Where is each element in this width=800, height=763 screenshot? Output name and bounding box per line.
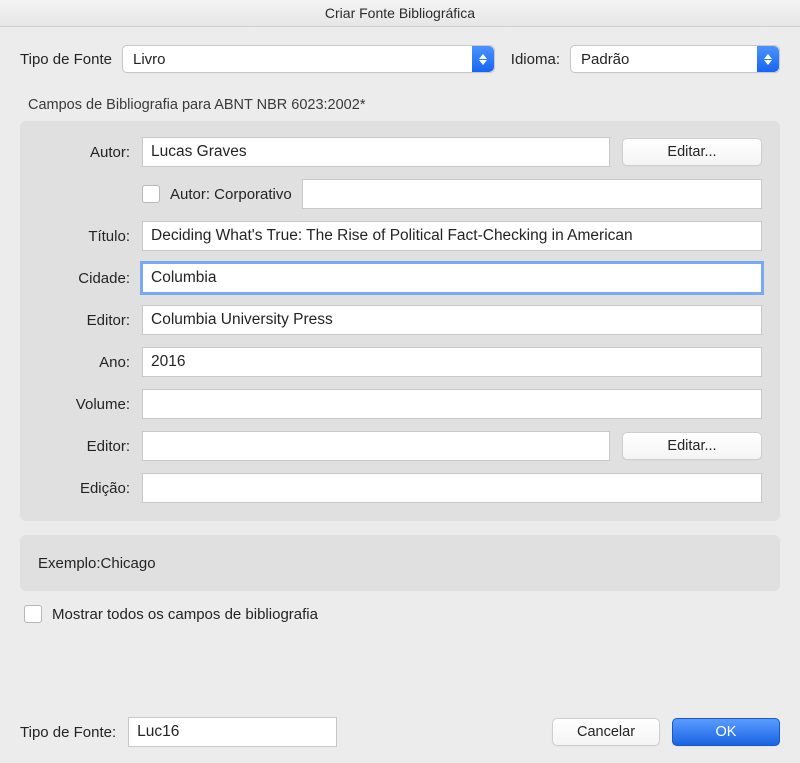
updown-icon [757, 46, 779, 72]
section-heading: Campos de Bibliografia para ABNT NBR 602… [28, 97, 780, 113]
volume-input[interactable] [142, 389, 762, 419]
city-label: Cidade: [38, 270, 130, 287]
title-label: Título: [38, 228, 130, 245]
city-input[interactable] [142, 263, 762, 293]
example-value: Chicago [101, 555, 156, 572]
publisher-input[interactable] [142, 305, 762, 335]
tag-label: Tipo de Fonte: [20, 724, 116, 741]
volume-row: Volume: [38, 389, 762, 419]
window-titlebar: Criar Fonte Bibliográfica [0, 0, 800, 27]
volume-label: Volume: [38, 396, 130, 413]
dialog-create-source: Criar Fonte Bibliográfica Tipo de Fonte … [0, 0, 800, 763]
language-select[interactable]: Padrão [570, 45, 780, 73]
publisher-row: Editor: [38, 305, 762, 335]
top-row: Tipo de Fonte Livro Idioma: Padrão [20, 45, 780, 73]
show-all-checkbox[interactable] [24, 605, 42, 623]
corporate-input[interactable] [302, 179, 762, 209]
editor2-input[interactable] [142, 431, 610, 461]
ok-button[interactable]: OK [672, 718, 780, 746]
corporate-label: Autor: Corporativo [170, 186, 292, 203]
corporate-author-row: Autor: Corporativo [142, 179, 762, 209]
title-input[interactable] [142, 221, 762, 251]
example-prefix: Exemplo: [38, 555, 101, 572]
edition-row: Edição: [38, 473, 762, 503]
year-row: Ano: [38, 347, 762, 377]
source-type-select[interactable]: Livro [122, 45, 495, 73]
edition-label: Edição: [38, 480, 130, 497]
source-type-label: Tipo de Fonte [20, 51, 112, 68]
city-row: Cidade: [38, 263, 762, 293]
publisher-label: Editor: [38, 312, 130, 329]
cancel-button[interactable]: Cancelar [552, 718, 660, 746]
author-row: Autor: Editar... [38, 137, 762, 167]
year-label: Ano: [38, 354, 130, 371]
show-all-label: Mostrar todos os campos de bibliografia [52, 606, 318, 623]
author-label: Autor: [38, 144, 130, 161]
author-edit-button[interactable]: Editar... [622, 138, 762, 166]
year-input[interactable] [142, 347, 762, 377]
editor2-edit-button[interactable]: Editar... [622, 432, 762, 460]
footer-row: Tipo de Fonte: Cancelar OK [20, 695, 780, 747]
dialog-body: Tipo de Fonte Livro Idioma: Padrão Campo… [0, 27, 800, 763]
language-label: Idioma: [511, 51, 560, 68]
window-title: Criar Fonte Bibliográfica [325, 5, 475, 21]
source-type-value: Livro [133, 51, 472, 68]
author-input[interactable] [142, 137, 610, 167]
language-value: Padrão [581, 51, 757, 68]
updown-icon [472, 46, 494, 72]
tag-input[interactable] [128, 717, 337, 747]
edition-input[interactable] [142, 473, 762, 503]
example-panel: Exemplo: Chicago [20, 535, 780, 591]
corporate-checkbox[interactable] [142, 185, 160, 203]
title-row: Título: [38, 221, 762, 251]
editor2-row: Editor: Editar... [38, 431, 762, 461]
show-all-row: Mostrar todos os campos de bibliografia [20, 605, 780, 623]
editor2-label: Editor: [38, 438, 130, 455]
fields-panel: Autor: Editar... Autor: Corporativo Títu… [20, 121, 780, 521]
